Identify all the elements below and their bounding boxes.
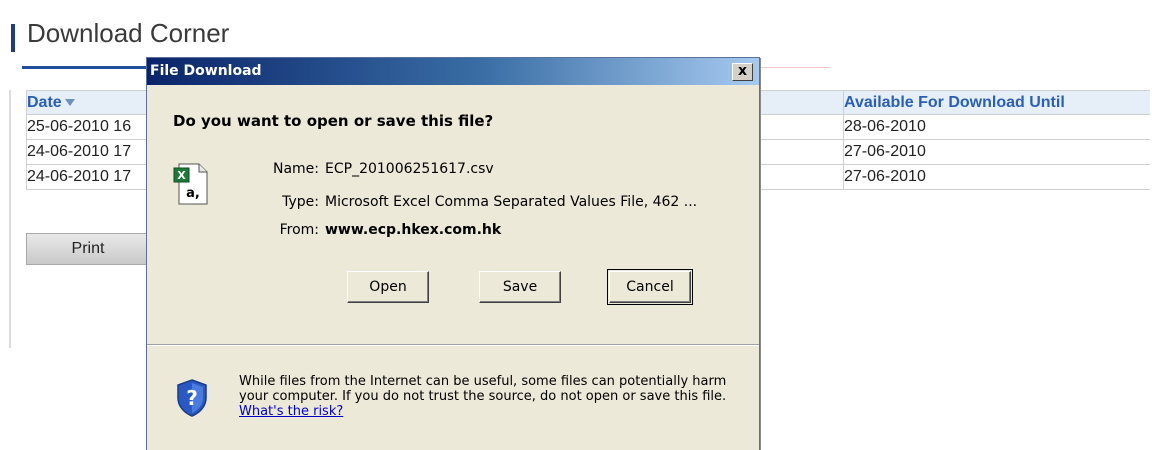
- excel-file-icon: X a,: [173, 163, 208, 205]
- security-warning-text: While files from the Internet can be use…: [239, 374, 727, 404]
- file-name-row: Name: ECP_201006251617.csv: [255, 161, 494, 177]
- file-source-row: From: www.ecp.hkex.com.hk: [255, 222, 502, 238]
- save-button[interactable]: Save: [479, 271, 561, 303]
- print-button[interactable]: Print: [26, 233, 150, 265]
- whats-the-risk-link[interactable]: What's the risk?: [239, 404, 343, 419]
- sort-descending-icon[interactable]: [64, 99, 75, 107]
- dialog-separator: [147, 344, 759, 346]
- cell-available-until: 27-06-2010: [844, 168, 926, 185]
- security-warning: While files from the Internet can be use…: [239, 374, 739, 419]
- svg-text:?: ?: [186, 386, 198, 410]
- file-source-label: From:: [279, 222, 319, 238]
- file-source-value: www.ecp.hkex.com.hk: [325, 222, 502, 238]
- column-header-date-label: Date: [27, 94, 62, 111]
- close-button[interactable]: x: [732, 63, 753, 81]
- dialog-question: Do you want to open or save this file?: [173, 112, 494, 130]
- cell-available-until: 28-06-2010: [844, 118, 926, 135]
- content-left-border: [9, 90, 11, 348]
- file-name-value: ECP_201006251617.csv: [325, 161, 494, 177]
- title-underline: [22, 66, 154, 69]
- cell-date: 24-06-2010 17: [27, 143, 132, 160]
- security-shield-icon: ?: [177, 379, 207, 417]
- cancel-button[interactable]: Cancel: [607, 269, 693, 305]
- cell-date: 25-06-2010 16: [27, 118, 132, 135]
- table-left-rule: [26, 90, 27, 190]
- file-name-label: Name:: [272, 161, 319, 177]
- column-header-date[interactable]: Date: [27, 91, 147, 115]
- file-type-row: Type: Microsoft Excel Comma Separated Val…: [255, 194, 697, 210]
- cell-available-until: 27-06-2010: [844, 143, 926, 160]
- svg-text:X: X: [177, 169, 186, 182]
- column-header-available-until[interactable]: Available For Download Until: [844, 91, 1144, 115]
- page-title: Download Corner: [27, 18, 230, 48]
- file-icon-letter: a,: [186, 186, 200, 201]
- title-underline-secondary: [760, 67, 830, 68]
- close-icon: x: [737, 63, 748, 79]
- title-accent-bar: [11, 24, 15, 52]
- cell-date: 24-06-2010 17: [27, 168, 132, 185]
- file-type-value: Microsoft Excel Comma Separated Values F…: [325, 194, 698, 210]
- dialog-title-bar[interactable]: File Download x: [147, 58, 759, 85]
- dialog-title: File Download: [150, 63, 262, 79]
- file-type-label: Type:: [282, 194, 319, 210]
- open-button[interactable]: Open: [347, 271, 429, 303]
- table-column-rule: [843, 90, 844, 190]
- file-download-dialog: File Download x Do you want to open or s…: [146, 57, 760, 450]
